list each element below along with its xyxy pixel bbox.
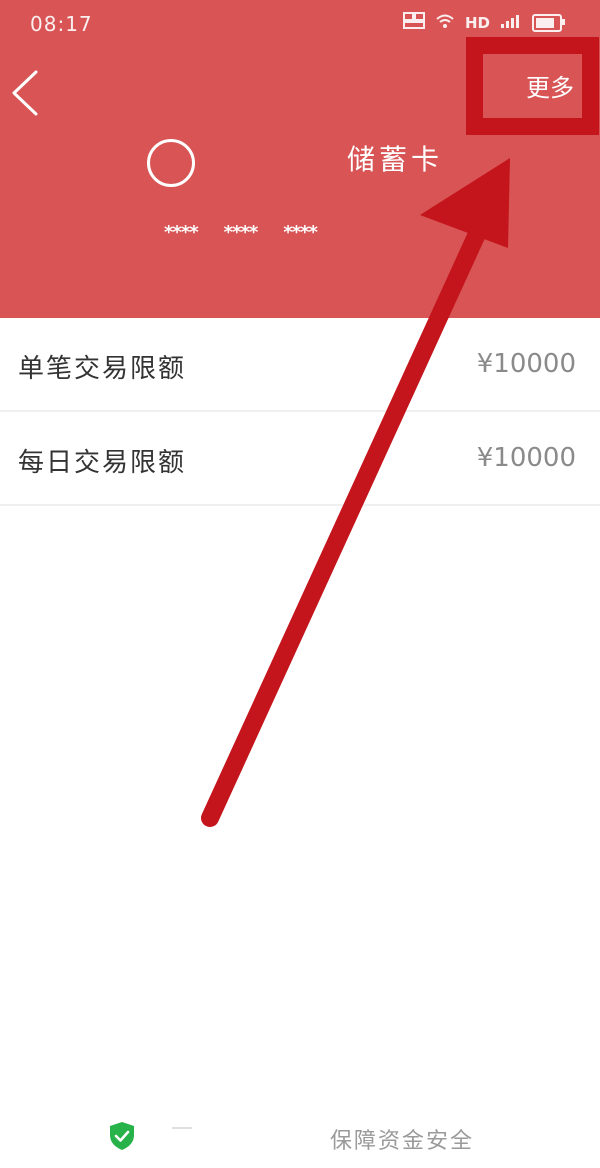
bank-logo-icon	[147, 139, 195, 187]
back-button[interactable]	[8, 68, 48, 118]
limit-label: 单笔交易限额	[18, 354, 187, 384]
card-number: **** **** ****	[164, 222, 318, 243]
footer-security-text: 保障资金安全	[330, 1129, 475, 1154]
battery-icon	[532, 14, 565, 32]
limit-label: 每日交易限额	[18, 448, 187, 478]
wifi-icon	[435, 13, 455, 33]
nfc-icon	[402, 12, 425, 34]
limit-value: ¥10000	[476, 349, 576, 379]
limit-row-daily[interactable]: 每日交易限额 ¥10000	[0, 412, 600, 506]
card-number-group: ****	[164, 222, 199, 243]
shield-check-icon	[110, 1122, 134, 1150]
annotation-highlight-box	[466, 37, 599, 135]
card-type-label: 储蓄卡	[346, 143, 443, 176]
card-number-group: ****	[283, 222, 318, 243]
limit-row-single[interactable]: 单笔交易限额 ¥10000	[0, 318, 600, 412]
footer: 保障资金安全	[0, 1105, 600, 1165]
footer-divider	[172, 1127, 192, 1129]
card-number-group: ****	[223, 222, 259, 243]
row-divider	[0, 504, 600, 506]
limit-value: ¥10000	[476, 443, 576, 473]
signal-icon	[500, 13, 522, 33]
status-time: 08:17	[30, 12, 93, 36]
chevron-left-icon	[12, 70, 38, 116]
network-hd-label: HD	[464, 14, 490, 32]
status-icons: HD	[402, 12, 565, 34]
